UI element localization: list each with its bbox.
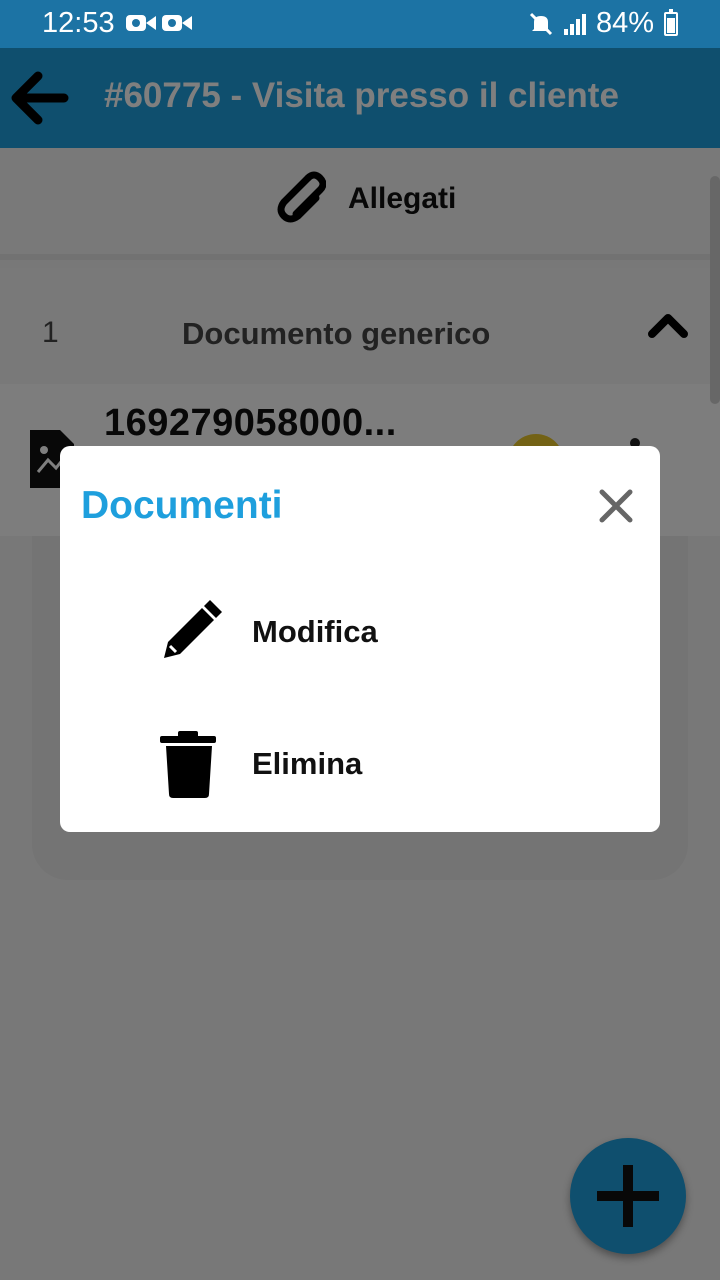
status-bar: 12:53 84% [0,0,720,48]
delete-label: Elimina [252,746,363,781]
pencil-icon [164,600,222,658]
mute-icon [529,12,553,35]
battery-percent: 84% [595,7,654,39]
signal-icon [563,13,586,35]
trash-icon [160,731,216,798]
edit-label: Modifica [252,614,378,649]
battery-icon [664,8,678,36]
edit-button[interactable]: Modifica [140,588,580,678]
dialog-title: Documenti [81,484,283,527]
close-icon[interactable] [596,486,636,526]
delete-button[interactable]: Elimina [140,720,580,810]
status-icons-right: 84% [528,7,678,40]
documents-dialog: Documenti Modifica Elimina [60,446,660,832]
video-camera-icon [162,12,192,34]
status-icons-left [126,12,192,34]
status-time: 12:53 [42,7,115,39]
video-camera-icon [126,12,156,34]
